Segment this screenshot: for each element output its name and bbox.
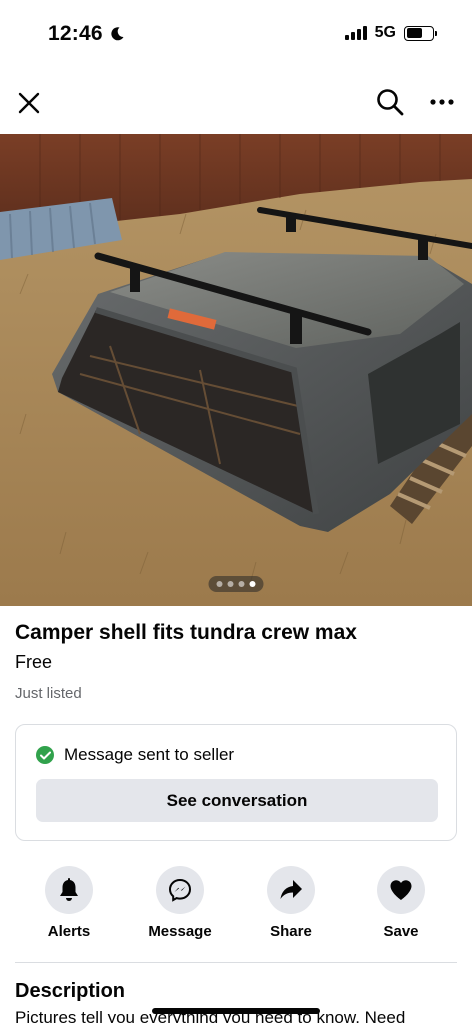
save-circle <box>377 866 425 914</box>
search-icon <box>377 89 404 116</box>
photo-pager[interactable] <box>208 576 264 592</box>
pager-dot-active <box>249 581 256 587</box>
listing-title: Camper shell fits tundra crew max <box>15 621 357 644</box>
heart-icon <box>390 880 412 900</box>
messenger-icon <box>168 878 192 902</box>
top-bar <box>0 80 472 126</box>
more-options-button[interactable] <box>426 86 458 118</box>
close-icon <box>18 92 40 114</box>
save-button[interactable]: Save <box>356 866 446 940</box>
camper-shell-photo <box>0 134 472 606</box>
network-type: 5G <box>374 24 396 41</box>
share-label: Share <box>270 923 312 940</box>
alerts-label: Alerts <box>47 923 91 940</box>
message-sent-text: Message sent to seller <box>64 745 235 764</box>
pager-dot <box>216 581 223 587</box>
search-button[interactable] <box>374 86 406 118</box>
listing-time: Just listed <box>15 685 82 702</box>
close-button[interactable] <box>14 88 44 118</box>
status-bar: 12:46 5G <box>0 0 472 70</box>
share-circle <box>267 866 315 914</box>
more-horizontal-icon <box>430 99 454 105</box>
listing-photo[interactable] <box>0 134 472 606</box>
share-button[interactable]: Share <box>246 866 336 940</box>
message-button[interactable]: Message <box>135 866 225 940</box>
pager-dot <box>227 581 234 587</box>
alerts-button[interactable]: Alerts <box>24 866 114 940</box>
moon-icon <box>111 27 124 41</box>
alerts-circle <box>45 866 93 914</box>
status-time: 12:46 <box>48 22 125 46</box>
pager-dot <box>238 581 245 587</box>
action-bar: Alerts Message Share Save <box>0 866 472 946</box>
home-indicator[interactable] <box>152 1008 320 1014</box>
status-indicators: 5G <box>344 24 437 42</box>
battery-level <box>406 28 422 38</box>
check-circle-icon <box>36 746 54 764</box>
battery-icon <box>404 25 437 41</box>
description-heading: Description <box>15 980 126 1002</box>
cell-signal-icon <box>344 26 367 40</box>
see-conversation-button[interactable]: See conversation <box>36 779 438 822</box>
share-arrow-icon <box>280 880 302 899</box>
message-circle <box>156 866 204 914</box>
clock-text: 12:46 <box>48 22 103 45</box>
listing-price: Free <box>15 652 53 672</box>
message-label: Message <box>148 923 212 940</box>
save-label: Save <box>383 923 419 940</box>
section-divider <box>15 962 457 963</box>
bell-icon <box>60 878 78 901</box>
message-sent-status: Message sent to seller <box>36 745 234 765</box>
message-status-card: Message sent to seller See conversation <box>15 724 457 841</box>
